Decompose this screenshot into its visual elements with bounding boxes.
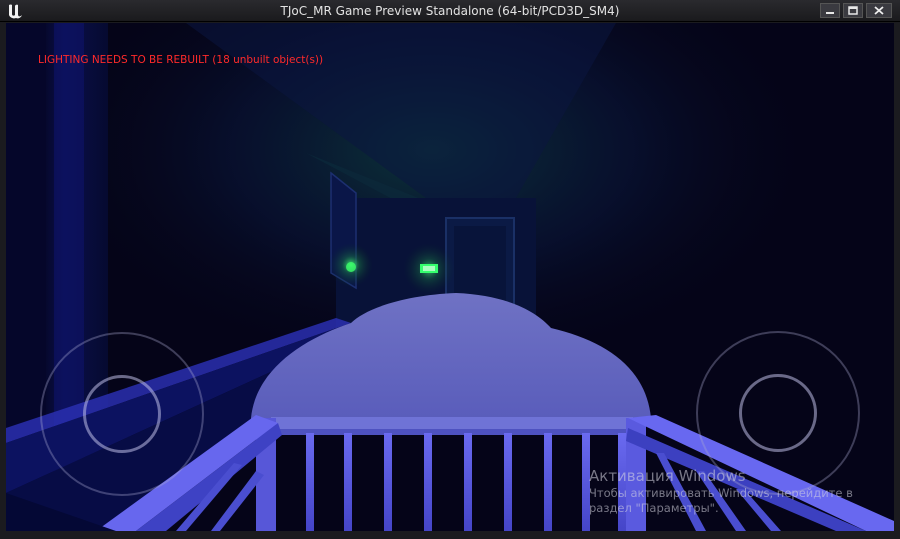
left-joystick-thumb[interactable] — [83, 375, 161, 453]
minimize-button[interactable] — [820, 3, 840, 18]
maximize-button[interactable] — [843, 3, 863, 18]
maximize-icon — [848, 6, 858, 15]
windows-activation-watermark: Активация Windows Чтобы активировать Win… — [589, 466, 853, 516]
title-bar[interactable]: TJoC_MR Game Preview Standalone (64-bit/… — [0, 0, 900, 22]
game-window: TJoC_MR Game Preview Standalone (64-bit/… — [0, 0, 900, 539]
window-title: TJoC_MR Game Preview Standalone (64-bit/… — [280, 4, 620, 18]
close-icon — [874, 6, 884, 15]
close-button[interactable] — [866, 3, 892, 18]
minimize-icon — [826, 12, 834, 14]
activation-line-2: раздел "Параметры". — [589, 501, 719, 515]
right-joystick-thumb[interactable] — [739, 374, 817, 452]
left-joystick[interactable] — [40, 332, 204, 496]
lighting-warning-text: LIGHTING NEEDS TO BE REBUILT (18 unbuilt… — [38, 54, 324, 66]
activation-title: Активация Windows — [589, 467, 746, 485]
game-viewport[interactable]: LIGHTING NEEDS TO BE REBUILT (18 unbuilt… — [6, 23, 894, 531]
activation-line-1: Чтобы активировать Windows, перейдите в — [589, 486, 853, 500]
